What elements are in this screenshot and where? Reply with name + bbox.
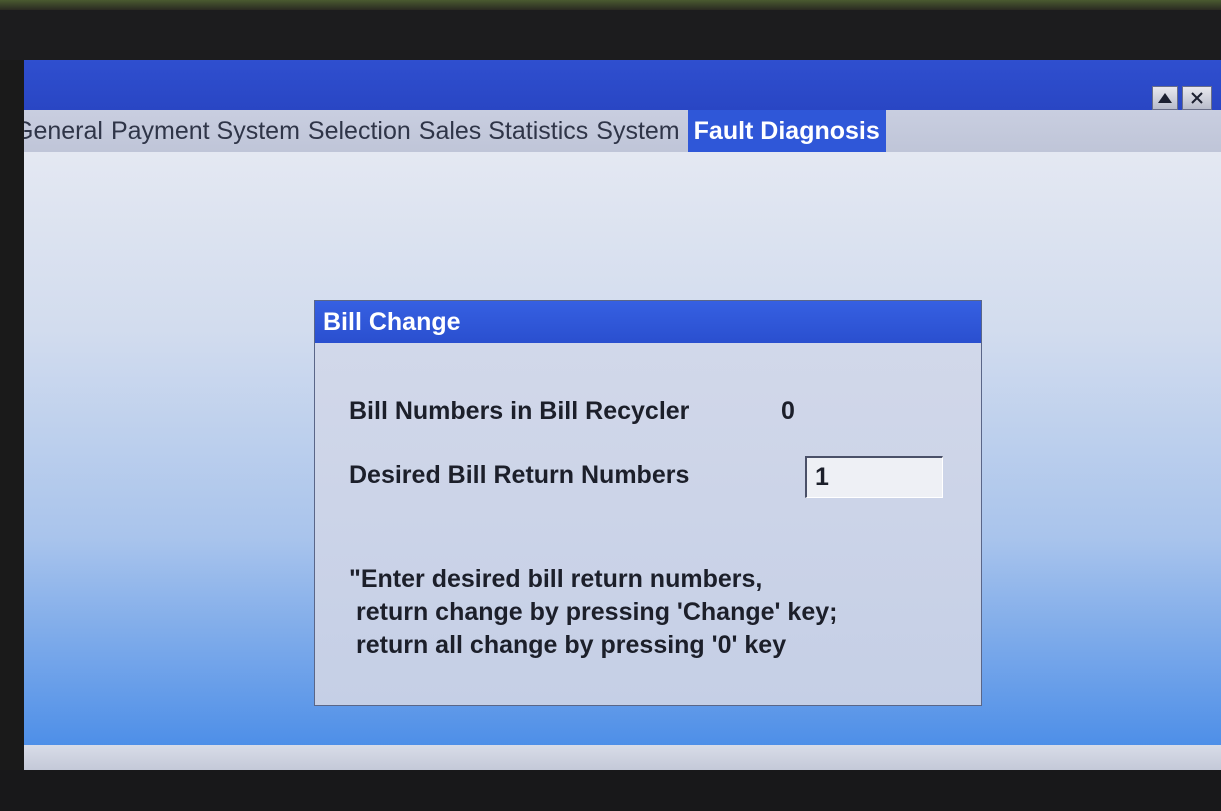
instruction-line-1: "Enter desired bill return numbers, [349, 565, 763, 593]
status-bar [24, 745, 1221, 770]
window-titlebar [24, 60, 1221, 110]
recycler-row: Bill Numbers in Bill Recycler [349, 397, 689, 426]
close-icon [1191, 92, 1203, 104]
recycler-label: Bill Numbers in Bill Recycler [349, 397, 690, 425]
device-bezel-bottom [0, 770, 1221, 811]
content-area: Bill Change Bill Numbers in Bill Recycle… [24, 152, 1221, 745]
desired-row: Desired Bill Return Numbers [349, 461, 689, 490]
device-bezel-top [0, 0, 1221, 10]
screen: General Payment System Selection Sales S… [24, 60, 1221, 770]
close-button[interactable] [1182, 86, 1212, 110]
recycler-count-value: 0 [781, 397, 795, 425]
tab-payment-system[interactable]: Payment System [111, 110, 308, 152]
device-bezel [0, 10, 1221, 60]
instruction-text: "Enter desired bill return numbers, retu… [349, 563, 837, 662]
tab-general[interactable]: General [24, 110, 111, 152]
bill-change-dialog: Bill Change Bill Numbers in Bill Recycle… [314, 300, 982, 706]
desired-bill-return-input[interactable]: 1 [805, 456, 943, 498]
scroll-up-button[interactable] [1152, 86, 1178, 110]
triangle-up-icon [1158, 93, 1172, 103]
tab-bar: General Payment System Selection Sales S… [24, 110, 1221, 152]
tab-fault-diagnosis[interactable]: Fault Diagnosis [687, 110, 886, 152]
tab-system[interactable]: System [596, 110, 687, 152]
tab-selection[interactable]: Selection [308, 110, 419, 152]
dialog-title: Bill Change [315, 301, 981, 343]
instruction-line-3: return all change by pressing '0' key [356, 631, 787, 659]
instruction-line-2: return change by pressing 'Change' key; [356, 598, 838, 626]
tab-sales-statistics[interactable]: Sales Statistics [419, 110, 597, 152]
desired-label: Desired Bill Return Numbers [349, 461, 690, 489]
